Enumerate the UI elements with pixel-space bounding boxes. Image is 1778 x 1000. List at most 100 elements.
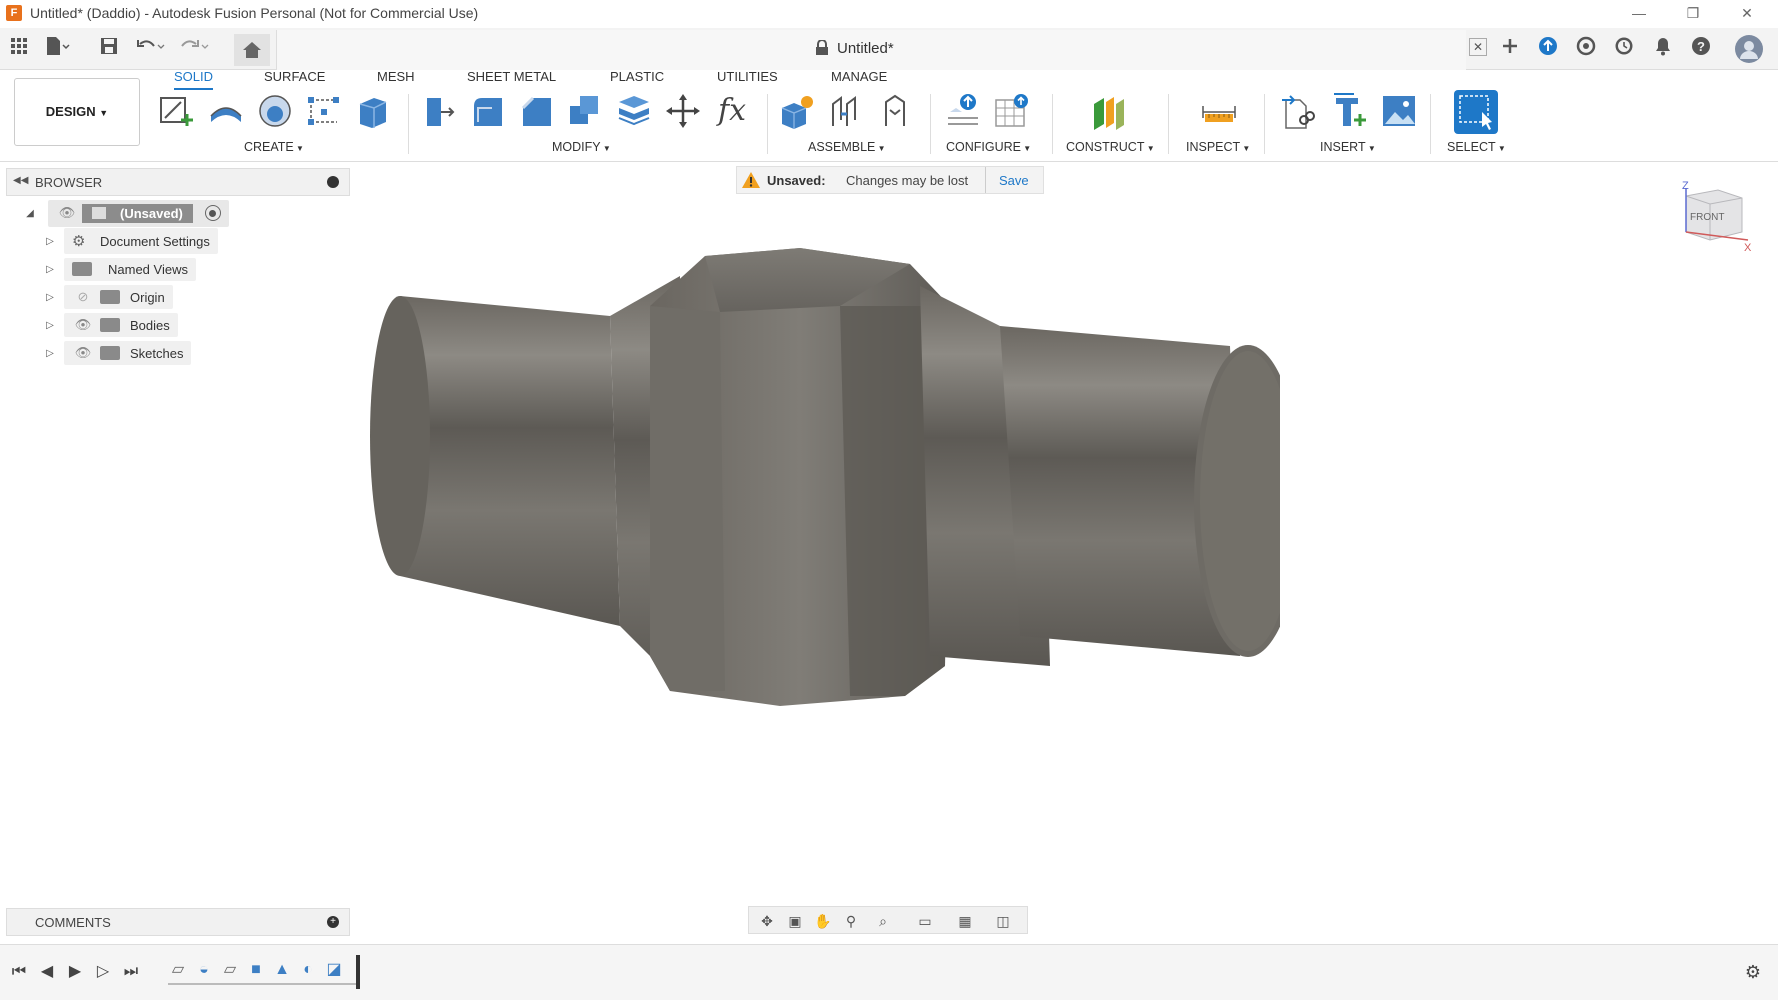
viewcube-front-label[interactable]: FRONT [1690, 212, 1724, 223]
tree-item-bodies[interactable]: ▷ 👁 Bodies [44, 313, 178, 337]
play-icon[interactable]: ▶ [64, 961, 86, 983]
extrude-icon[interactable] [207, 92, 245, 130]
fillet-icon[interactable] [468, 92, 506, 130]
group-insert[interactable]: INSERT ▼ [1320, 140, 1376, 154]
app-grid-icon[interactable] [6, 36, 32, 62]
measure-icon[interactable] [1200, 92, 1238, 130]
step-forward-icon[interactable]: ▷ [92, 961, 114, 983]
timeline-sketch-feature-icon[interactable]: ▱ [168, 959, 188, 981]
user-avatar[interactable] [1734, 34, 1764, 64]
tree-collapsed-icon[interactable]: ▷ [44, 236, 56, 247]
tree-collapsed-icon[interactable]: ▷ [44, 292, 56, 303]
file-menu-icon[interactable] [44, 36, 70, 62]
activate-radio-icon[interactable] [204, 205, 221, 221]
close-window-button[interactable]: ✕ [1722, 0, 1772, 26]
tree-item-origin[interactable]: ▷ ⊘ Origin [44, 285, 173, 309]
offset-plane-icon[interactable] [1090, 92, 1128, 130]
tree-item-document-settings[interactable]: ▷ ⚙ Document Settings [44, 228, 218, 254]
workspace-switcher[interactable]: DESIGN ▼ [14, 78, 140, 146]
tree-collapsed-icon[interactable]: ▷ [44, 348, 56, 359]
undo-icon[interactable] [136, 36, 165, 62]
timeline-sketch-feature-icon[interactable]: ▱ [220, 959, 240, 981]
collapse-panel-icon[interactable]: ◀◀ [13, 175, 28, 186]
pattern-icon[interactable] [305, 92, 343, 130]
notifications-bell-icon[interactable] [1650, 36, 1676, 62]
timeline-revolve-feature-icon[interactable]: ◒ [194, 959, 214, 981]
joint-icon[interactable] [827, 92, 865, 130]
configuration-table-icon[interactable] [993, 92, 1031, 130]
create-sketch-icon[interactable] [157, 92, 195, 130]
group-assemble[interactable]: ASSEMBLE ▼ [808, 140, 886, 154]
tab-plastic[interactable]: PLASTIC [610, 70, 664, 90]
save-link[interactable]: Save [999, 173, 1029, 188]
tree-collapsed-icon[interactable]: ▷ [44, 264, 56, 275]
combine-icon[interactable] [566, 92, 604, 130]
display-settings-icon[interactable]: ▭ [915, 911, 935, 931]
tree-expanded-icon[interactable]: ◢ [24, 208, 36, 219]
tree-root[interactable]: ◢ 👁 (Unsaved) [24, 199, 229, 227]
browser-panel-header[interactable]: ◀◀ BROWSER [6, 168, 350, 196]
add-comment-icon[interactable]: + [327, 916, 339, 928]
clock-icon[interactable] [1611, 36, 1637, 62]
chamfer-icon[interactable] [517, 92, 555, 130]
look-at-icon[interactable]: ▣ [785, 911, 805, 931]
new-tab-icon[interactable] [1497, 36, 1523, 62]
group-create[interactable]: CREATE ▼ [244, 140, 304, 154]
timeline-extrude-feature-icon[interactable]: ■ [246, 959, 266, 981]
group-construct[interactable]: CONSTRUCT ▼ [1066, 140, 1155, 154]
tree-collapsed-icon[interactable]: ▷ [44, 320, 56, 331]
group-configure[interactable]: CONFIGURE ▼ [946, 140, 1031, 154]
model-body[interactable] [360, 236, 1302, 796]
configure-design-icon[interactable] [944, 92, 982, 130]
timeline-plane-feature-icon[interactable]: ▲ [272, 959, 292, 981]
redo-icon[interactable] [180, 36, 209, 62]
grid-settings-icon[interactable]: ▦ [955, 911, 975, 931]
group-select[interactable]: SELECT ▼ [1447, 140, 1506, 154]
close-tab-icon[interactable]: ✕ [1469, 38, 1487, 56]
timeline-settings-gear-icon[interactable]: ⚙ [1742, 961, 1764, 983]
tab-mesh[interactable]: MESH [377, 70, 415, 90]
insert-derive-icon[interactable] [1280, 92, 1318, 130]
move-copy-icon[interactable] [664, 92, 702, 130]
go-to-end-icon[interactable]: ⏭ [120, 961, 142, 983]
job-status-icon[interactable] [1535, 36, 1561, 62]
timeline-marker[interactable] [356, 955, 360, 989]
new-component-icon[interactable] [778, 92, 816, 130]
viewport-canvas[interactable] [360, 236, 1302, 796]
as-built-joint-icon[interactable] [876, 92, 914, 130]
minimize-button[interactable]: — [1614, 0, 1664, 26]
step-back-icon[interactable]: ◀ [36, 961, 58, 983]
revolve-icon[interactable] [256, 92, 294, 130]
tab-utilities[interactable]: UTILITIES [717, 70, 778, 90]
viewports-icon[interactable]: ◫ [993, 911, 1013, 931]
zoom-icon[interactable]: ⚲ [841, 911, 861, 931]
orbit-icon[interactable]: ✥ [757, 911, 777, 931]
help-icon[interactable]: ? [1688, 36, 1714, 62]
browser-pin-icon[interactable] [327, 176, 339, 188]
viewcube[interactable]: FRONT Z X [1678, 180, 1752, 260]
visibility-eye-icon[interactable]: 👁 [56, 205, 78, 221]
document-tab[interactable]: Untitled* ✕ [276, 30, 1487, 70]
restore-button[interactable]: ❐ [1668, 0, 1718, 26]
tab-sheet-metal[interactable]: SHEET METAL [467, 70, 556, 90]
tree-item-sketches[interactable]: ▷ 👁 Sketches [44, 341, 192, 365]
fit-zoom-icon[interactable]: ⌕ [873, 911, 893, 931]
tab-solid[interactable]: SOLID [174, 70, 214, 90]
press-pull-icon[interactable] [419, 92, 457, 130]
box-icon[interactable] [354, 92, 392, 130]
comments-panel-header[interactable]: COMMENTS + [6, 908, 350, 936]
visibility-eye-icon[interactable]: 👁 [72, 317, 94, 333]
extensions-icon[interactable] [1573, 36, 1599, 62]
hidden-eye-icon[interactable]: ⊘ [72, 289, 94, 305]
parameters-fx-icon[interactable]: fx [713, 92, 751, 130]
insert-mcmaster-icon[interactable] [1330, 92, 1368, 130]
go-to-start-icon[interactable]: ⏮ [8, 961, 30, 983]
timeline-track[interactable]: ▱ ◒ ▱ ■ ▲ ◐ ◪ [168, 959, 358, 985]
pan-hand-icon[interactable]: ✋ [813, 911, 833, 931]
timeline-chamfer-feature-icon[interactable]: ◪ [324, 959, 344, 981]
group-modify[interactable]: MODIFY ▼ [552, 140, 611, 154]
tab-manage[interactable]: MANAGE [831, 70, 887, 90]
home-icon[interactable] [234, 34, 270, 66]
tab-surface[interactable]: SURFACE [264, 70, 325, 90]
visibility-eye-icon[interactable]: 👁 [72, 345, 94, 361]
